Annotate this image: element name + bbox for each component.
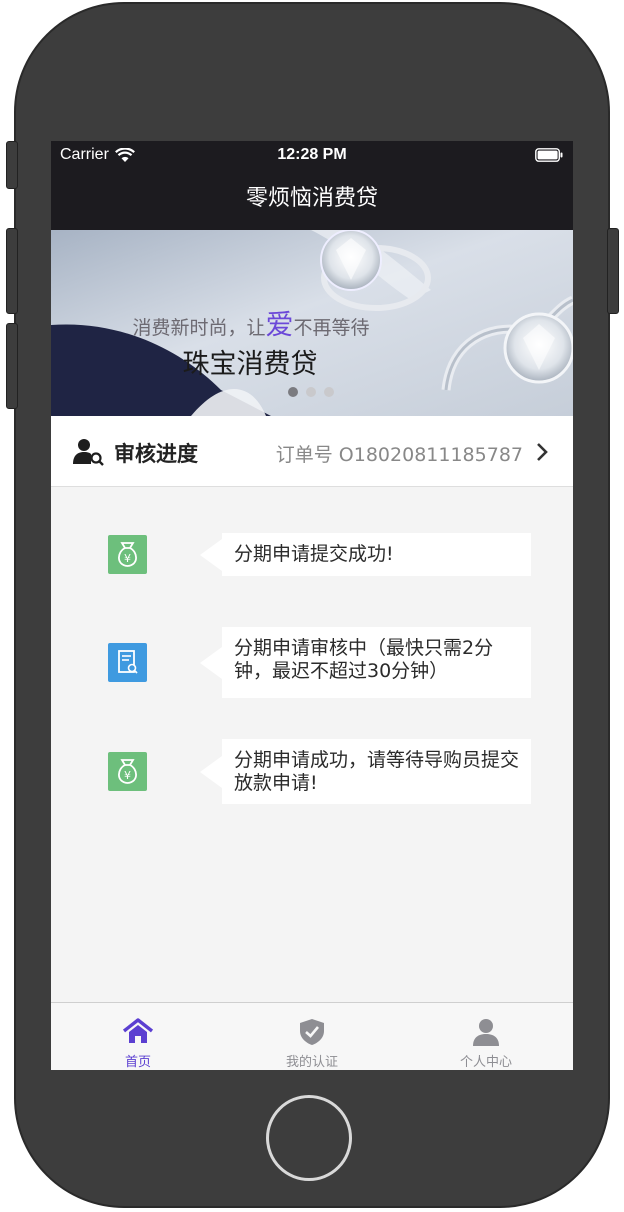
money-bag-icon: ¥	[108, 752, 147, 791]
review-progress-title: 审核进度	[114, 442, 198, 466]
timeline-message: 分期申请成功，请等待导购员提交放款申请!	[200, 739, 531, 804]
document-search-icon	[108, 643, 147, 682]
promo-banner[interactable]: 消费新时尚，让爱不再等待 珠宝消费贷	[51, 230, 573, 416]
banner-tagline-suffix: 不再等待	[293, 317, 370, 339]
money-bag-icon: ¥	[108, 535, 147, 574]
timeline-message: 分期申请审核中（最快只需2分钟，最迟不超过30分钟）	[200, 627, 531, 698]
status-time: 12:28 PM	[277, 146, 347, 163]
page-dot[interactable]	[288, 387, 298, 397]
review-progress-row[interactable]: 审核进度 订单号 O18020811185787	[51, 416, 573, 487]
user-search-icon	[73, 439, 104, 466]
volume-up-button	[6, 228, 18, 314]
home-icon	[122, 1018, 154, 1043]
banner-title: 珠宝消费贷	[182, 349, 318, 380]
order-number: 订单号 O18020811185787	[275, 444, 523, 466]
svg-text:¥: ¥	[124, 552, 131, 565]
tab-profile[interactable]: 个人中心	[399, 1003, 573, 1070]
page-dot[interactable]	[324, 387, 334, 397]
banner-tagline-prefix: 消费新时尚，让	[132, 317, 266, 339]
status-bar: Carrier 12:28 PM	[51, 141, 573, 171]
tab-profile-label: 个人中心	[459, 1055, 512, 1070]
svg-text:¥: ¥	[124, 769, 131, 782]
timeline-message: 分期申请提交成功!	[200, 533, 531, 576]
tab-verification[interactable]: 我的认证	[225, 1003, 399, 1070]
battery-icon	[535, 148, 563, 162]
home-button[interactable]	[266, 1095, 352, 1181]
shield-check-icon	[300, 1019, 324, 1045]
tab-home-label: 首页	[124, 1055, 151, 1070]
app-screen: Carrier 12:28 PM 零烦恼消费贷 消费新时尚，让爱不再等待 珠宝消…	[51, 141, 573, 1070]
tab-bar: 首页 我的认证 个人中心	[51, 1002, 573, 1070]
banner-tagline-highlight: 爱	[265, 308, 294, 341]
person-icon	[473, 1019, 499, 1046]
banner-page-indicator[interactable]	[288, 387, 334, 397]
page-dot[interactable]	[306, 387, 316, 397]
volume-down-button	[6, 323, 18, 409]
banner-tagline: 消费新时尚，让爱不再等待	[51, 303, 451, 343]
page-title: 零烦恼消费贷	[245, 186, 378, 211]
mute-switch	[6, 141, 18, 189]
nav-bar: 零烦恼消费贷	[51, 171, 573, 230]
chevron-right-icon[interactable]	[535, 441, 549, 463]
tab-home[interactable]: 首页	[51, 1003, 225, 1070]
tab-verification-label: 我的认证	[285, 1055, 338, 1070]
power-button	[607, 228, 619, 314]
